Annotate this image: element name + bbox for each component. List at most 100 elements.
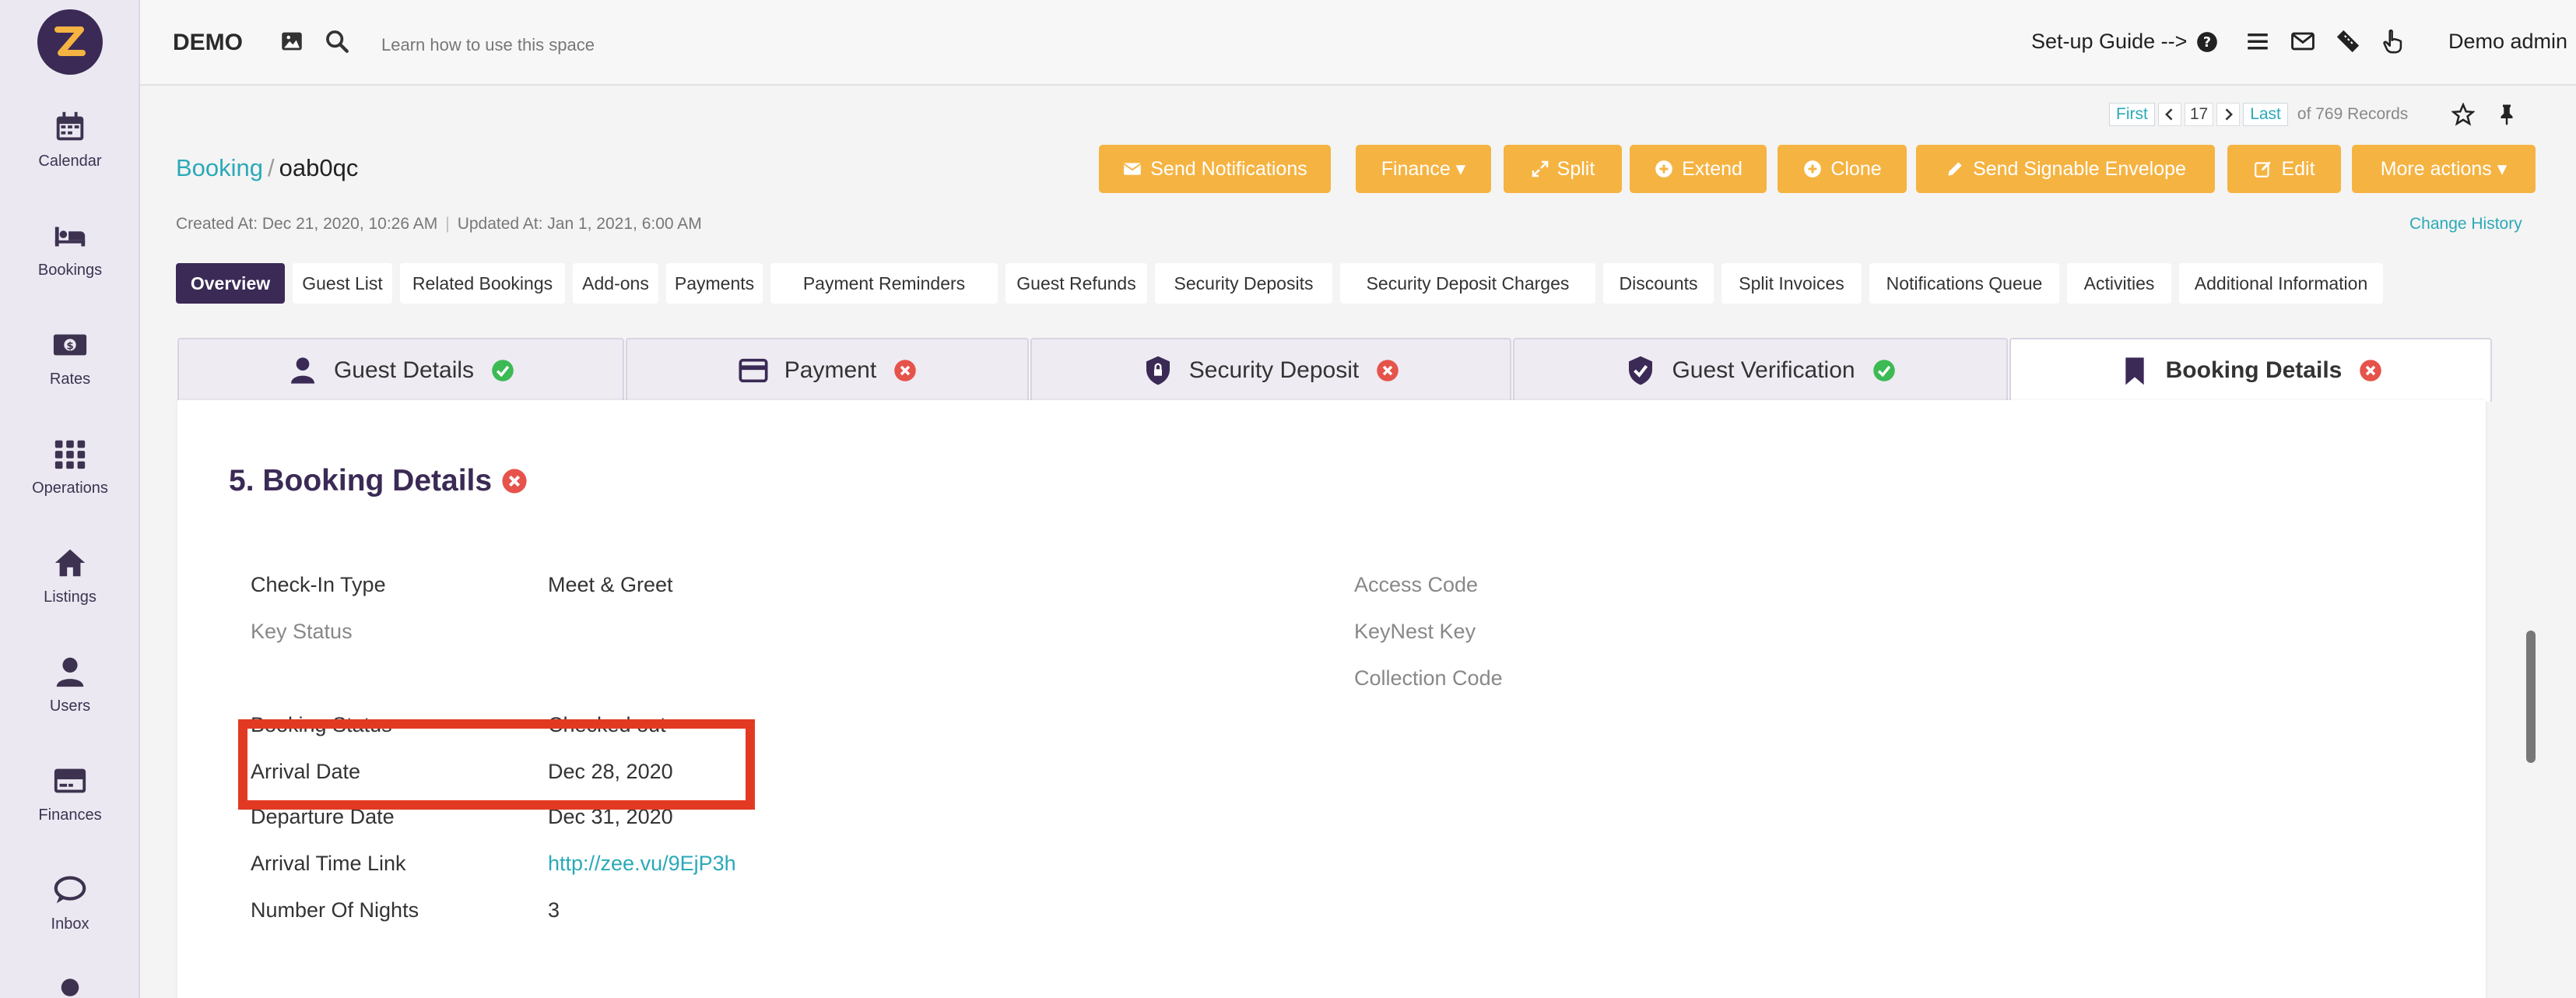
sidebar-item-calendar[interactable]: Calendar (0, 109, 140, 202)
tab-security-deposit-charges[interactable]: Security Deposit Charges (1340, 263, 1595, 304)
more-actions-button[interactable]: More actions ▾ (2352, 145, 2536, 193)
money-icon: $ (53, 334, 87, 356)
chevron-right-icon (2225, 108, 2234, 121)
pager-next-button[interactable] (2216, 103, 2241, 126)
tab-guest-list[interactable]: Guest List (293, 263, 392, 304)
field-label-collection-code: Collection Code (1354, 666, 1503, 690)
pin-icon[interactable] (2495, 103, 2518, 126)
change-history-link[interactable]: Change History (2409, 215, 2522, 234)
edit-button[interactable]: Edit (2227, 145, 2341, 193)
tab-split-invoices[interactable]: Split Invoices (1721, 263, 1862, 304)
tab-additional-information[interactable]: Additional Information (2179, 263, 2383, 304)
tab-payments[interactable]: Payments (666, 263, 763, 304)
step-booking-details[interactable]: Booking Details (2009, 338, 2492, 402)
shield-check-icon (1629, 356, 1653, 385)
search-icon[interactable] (324, 28, 350, 54)
x-circle-icon (502, 469, 527, 494)
x-circle-icon (1377, 360, 1399, 381)
clone-button[interactable]: Clone (1778, 145, 1907, 193)
scrollbar-thumb[interactable] (2526, 631, 2536, 763)
setup-guide-link[interactable]: Set-up Guide --> (2031, 30, 2187, 54)
step-security-deposit[interactable]: Security Deposit (1030, 338, 1511, 402)
plus-circle-icon (1655, 160, 1672, 177)
sidebar-item-users[interactable]: Users (0, 654, 140, 747)
tab-notifications-queue[interactable]: Notifications Queue (1869, 263, 2059, 304)
arrival-time-link[interactable]: http://zee.vu/9EjP3h (548, 852, 736, 876)
record-meta: Created At: Dec 21, 2020, 10:26 AM | Updat… (176, 215, 702, 233)
app-logo[interactable] (37, 9, 103, 75)
section-title: 5. Booking Details (229, 464, 528, 498)
star-icon[interactable] (2451, 103, 2476, 126)
edit-label: Edit (2281, 157, 2315, 180)
grid-icon (54, 440, 86, 469)
hand-pointer-icon[interactable] (2380, 28, 2406, 54)
highlight-box (238, 719, 755, 810)
tab-related-bookings[interactable]: Related Bookings (400, 263, 565, 304)
field-label-number-of-nights: Number Of Nights (251, 898, 419, 922)
sidebar-item-listings[interactable]: Listings (0, 545, 140, 638)
extend-label: Extend (1682, 157, 1742, 180)
sidebar-item-finances[interactable]: Finances (0, 763, 140, 856)
user-menu[interactable]: Demo admin (2448, 30, 2567, 54)
check-circle-icon (492, 360, 514, 381)
x-circle-icon (2360, 360, 2382, 381)
sidebar-item-label: Inbox (51, 915, 89, 933)
space-name[interactable]: DEMO (173, 30, 243, 56)
ticket-icon[interactable] (2335, 28, 2361, 54)
sidebar-item-globe[interactable] (0, 977, 140, 998)
step-label: Security Deposit (1188, 357, 1360, 383)
field-label-keynest-key: KeyNest Key (1354, 620, 1476, 643)
sidebar-item-operations[interactable]: Operations (0, 436, 140, 529)
send-notifications-button[interactable]: Send Notifications (1099, 145, 1331, 193)
help-icon[interactable]: ? (2196, 31, 2218, 53)
tab-payment-reminders[interactable]: Payment Reminders (770, 263, 998, 304)
booking-steps: Guest Details Payment Security Deposit G… (177, 338, 2492, 402)
step-guest-verification[interactable]: Guest Verification (1513, 338, 2008, 402)
image-icon[interactable] (279, 28, 305, 54)
sidebar-item-label: Rates (49, 371, 91, 388)
extend-button[interactable]: Extend (1630, 145, 1767, 193)
section-title-text: 5. Booking Details (229, 464, 493, 497)
step-label: Guest Verification (1672, 357, 1855, 383)
finance-dropdown-button[interactable]: Finance ▾ (1356, 145, 1491, 193)
user-icon (56, 657, 84, 687)
clone-label: Clone (1830, 157, 1882, 180)
sidebar-item-label: Finances (38, 806, 102, 824)
action-bar: Send Notifications Finance ▾ Split Exten… (140, 145, 2576, 195)
tab-activities[interactable]: Activities (2067, 263, 2171, 304)
tab-security-deposits[interactable]: Security Deposits (1155, 263, 1332, 304)
tab-overview[interactable]: Overview (176, 263, 285, 304)
step-payment[interactable]: Payment (626, 338, 1029, 402)
pager-records-count: of 769 Records (2297, 105, 2409, 123)
sidebar-item-inbox[interactable]: Inbox (0, 872, 140, 965)
sidebar-item-rates[interactable]: $ Rates (0, 327, 140, 420)
menu-icon[interactable] (2244, 28, 2271, 54)
pager-first-button[interactable]: First (2109, 103, 2155, 126)
tab-discounts[interactable]: Discounts (1603, 263, 1714, 304)
pager-current-page[interactable]: 17 (2184, 103, 2214, 126)
sidebar-item-label: Operations (32, 480, 108, 497)
bed-icon (54, 227, 86, 247)
plus-circle-icon (1804, 160, 1822, 177)
sidebar-item-bookings[interactable]: Bookings (0, 218, 140, 311)
pencil-icon (1948, 162, 1962, 176)
sidebar: Calendar Bookings $ Rates Operations Lis… (0, 0, 140, 998)
search-input[interactable]: Learn how to use this space (381, 35, 595, 55)
step-guest-details[interactable]: Guest Details (177, 338, 624, 402)
user-icon (290, 357, 314, 384)
credit-card-icon (54, 768, 86, 793)
pager-prev-button[interactable] (2157, 103, 2181, 126)
step-label: Booking Details (2165, 357, 2343, 383)
home-icon (54, 549, 86, 577)
main-content: First 17 Last of 769 Records Booking / oab… (140, 86, 2576, 998)
tab-add-ons[interactable]: Add-ons (573, 263, 658, 304)
step-label: Guest Details (333, 357, 475, 383)
pager-last-button[interactable]: Last (2243, 103, 2288, 126)
expand-icon (1532, 160, 1548, 177)
send-signable-envelope-button[interactable]: Send Signable Envelope (1916, 145, 2215, 193)
finance-label: Finance ▾ (1381, 158, 1466, 180)
more-actions-label: More actions ▾ (2380, 158, 2508, 180)
tab-guest-refunds[interactable]: Guest Refunds (1005, 263, 1147, 304)
split-button[interactable]: Split (1504, 145, 1622, 193)
mail-icon[interactable] (2290, 28, 2316, 54)
